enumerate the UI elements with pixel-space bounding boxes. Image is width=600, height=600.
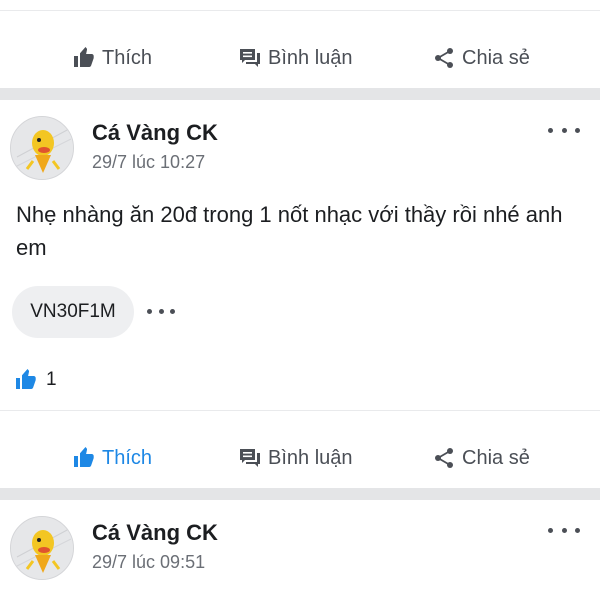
post-timestamp[interactable]: 29/7 lúc 10:27 <box>92 152 205 173</box>
post-timestamp[interactable]: 29/7 lúc 09:51 <box>92 552 205 573</box>
post-divider <box>0 88 600 100</box>
more-options-button[interactable] <box>548 520 580 540</box>
share-label: Chia sẻ <box>462 46 530 69</box>
share-button[interactable]: Chia sẻ <box>432 446 530 470</box>
thumbs-up-icon <box>16 369 36 389</box>
comment-button[interactable]: Bình luận <box>238 46 353 70</box>
like-label: Thích <box>102 46 153 69</box>
separator <box>0 410 600 411</box>
more-options-button[interactable] <box>548 120 580 140</box>
comment-button[interactable]: Bình luận <box>238 446 353 470</box>
tag-more-button[interactable] <box>147 306 175 316</box>
reaction-summary[interactable]: 1 <box>14 368 57 392</box>
action-bar: Thích Bình luận Chia sẻ <box>0 428 600 488</box>
comment-label: Bình luận <box>268 46 353 69</box>
comment-label: Bình luận <box>268 446 353 469</box>
stock-tag-chip[interactable]: VN30F1M <box>12 286 134 338</box>
like-button[interactable]: Thích <box>72 46 152 70</box>
more-icon <box>548 127 553 133</box>
like-button[interactable]: Thích <box>72 446 152 470</box>
like-count: 1 <box>46 369 57 390</box>
like-label: Thích <box>102 446 153 469</box>
comment-icon <box>240 449 260 467</box>
separator <box>0 10 600 11</box>
avatar[interactable] <box>10 116 74 180</box>
more-icon <box>548 527 553 533</box>
post-divider <box>0 488 600 500</box>
author-name[interactable]: Cá Vàng CK <box>92 520 218 546</box>
goldfish-avatar-icon <box>11 117 73 179</box>
avatar[interactable] <box>10 516 74 580</box>
thumbs-up-icon <box>74 47 94 67</box>
comment-icon <box>240 49 260 67</box>
thumbs-up-icon <box>74 447 94 467</box>
post-text: Nhẹ nhàng ăn 20đ trong 1 nốt nhạc với th… <box>16 202 563 260</box>
share-label: Chia sẻ <box>462 446 530 469</box>
share-icon <box>435 48 453 68</box>
post-header: Cá Vàng CK 29/7 lúc 10:27 <box>0 100 600 180</box>
more-icon <box>147 308 152 314</box>
author-name[interactable]: Cá Vàng CK <box>92 120 218 146</box>
share-button[interactable]: Chia sẻ <box>432 46 530 70</box>
post-header: Cá Vàng CK 29/7 lúc 09:51 <box>0 500 600 580</box>
goldfish-avatar-icon <box>11 517 73 579</box>
action-bar: Thích Bình luận Chia sẻ <box>0 28 600 88</box>
share-icon <box>435 448 453 468</box>
